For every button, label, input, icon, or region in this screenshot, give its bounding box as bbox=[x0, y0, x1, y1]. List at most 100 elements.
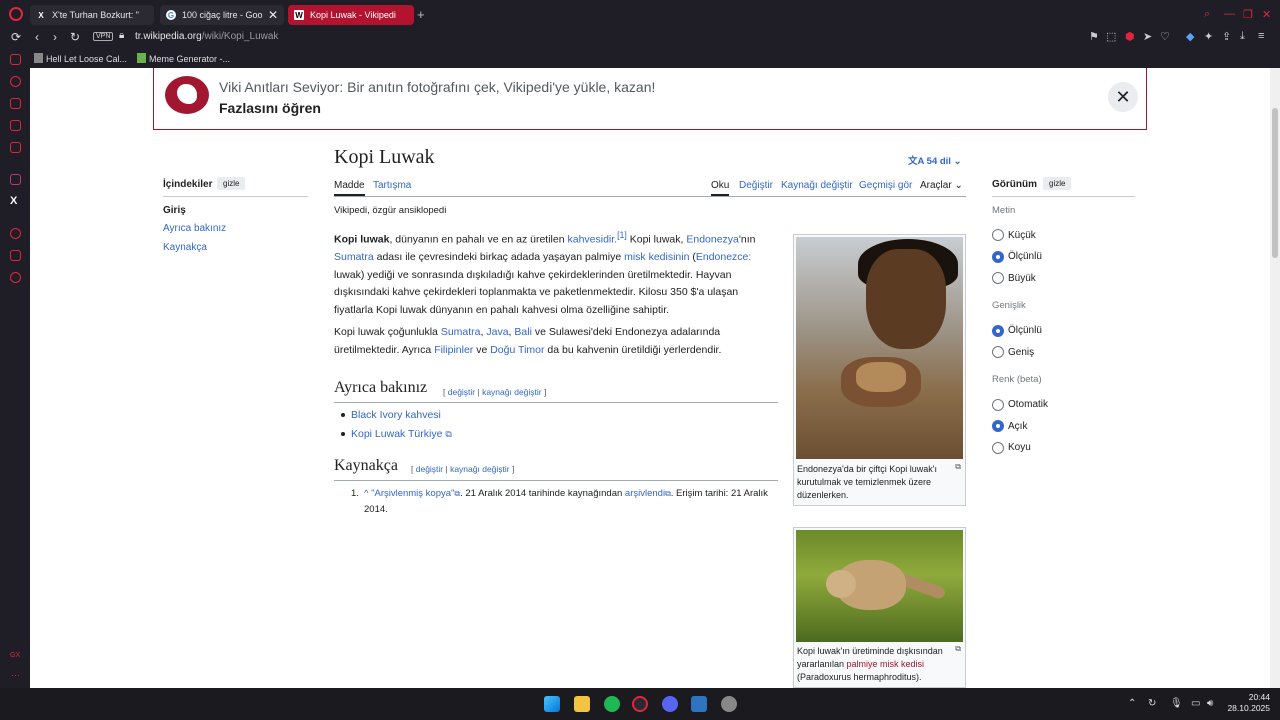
toc-hide-button[interactable]: gizle bbox=[217, 177, 246, 190]
radio-color-dark[interactable] bbox=[992, 442, 1004, 454]
windows-start-icon[interactable] bbox=[544, 696, 560, 712]
back-icon[interactable]: ‹ bbox=[35, 30, 39, 44]
language-button[interactable]: 文A 54 dil ⌄ bbox=[908, 153, 962, 167]
radio-text-large[interactable] bbox=[992, 272, 1004, 284]
edit-source-link[interactable]: kaynağı değiştir bbox=[450, 464, 510, 474]
volume-icon[interactable]: 🔊︎ bbox=[1207, 698, 1213, 709]
tab-edit[interactable]: Değiştir bbox=[739, 180, 773, 191]
bookmark-page-icon[interactable]: ⚑ bbox=[1089, 30, 1099, 43]
minimize-icon[interactable]: — bbox=[1224, 8, 1235, 20]
tab-read[interactable]: Oku bbox=[711, 180, 730, 196]
sidebar-x-icon[interactable]: X bbox=[10, 195, 17, 207]
radio-width-standard[interactable] bbox=[992, 325, 1004, 337]
sidebar-home-icon[interactable] bbox=[10, 54, 21, 65]
civet-image[interactable] bbox=[796, 530, 963, 642]
farmer-image[interactable] bbox=[796, 237, 963, 459]
close-window-icon[interactable]: ✕ bbox=[1262, 8, 1271, 21]
adblock-icon[interactable]: ⬢ bbox=[1125, 30, 1135, 43]
snapshot-icon[interactable]: ⬚ bbox=[1106, 30, 1116, 43]
toc-item-intro[interactable]: Giriş bbox=[163, 205, 186, 216]
archived-link[interactable]: arşivlendi bbox=[625, 488, 665, 499]
edit-source-link[interactable]: kaynağı değiştir bbox=[482, 387, 542, 397]
sidebar-history-icon[interactable] bbox=[10, 228, 21, 239]
sidebar-refresh-icon[interactable] bbox=[10, 76, 21, 87]
close-tab-icon[interactable]: ✕ bbox=[268, 8, 278, 22]
easy-setup-icon[interactable]: ≡ bbox=[1258, 30, 1264, 42]
see-also-item[interactable]: Black Ivory kahvesi bbox=[351, 409, 441, 421]
toc-item-references[interactable]: Kaynakça bbox=[163, 242, 207, 253]
opera-gx-taskbar-icon[interactable] bbox=[632, 696, 648, 712]
link-sumatra[interactable]: Sumatra bbox=[441, 326, 481, 338]
tab-article[interactable]: Madde bbox=[334, 180, 365, 196]
spotify-icon[interactable] bbox=[604, 696, 620, 712]
sidebar-gx-icon[interactable]: GX bbox=[10, 652, 20, 659]
file-explorer-icon[interactable] bbox=[574, 696, 590, 712]
reload-icon[interactable]: ↻ bbox=[70, 30, 80, 44]
link-indonesia[interactable]: Endonezya bbox=[686, 234, 739, 246]
sidebar-more-icon[interactable]: ⋯ bbox=[11, 670, 20, 681]
maximize-icon[interactable]: ❐ bbox=[1243, 8, 1253, 21]
sync-icon[interactable]: ↻ bbox=[1148, 698, 1156, 709]
bookmark-meme-generator[interactable]: Meme Generator -... bbox=[135, 51, 235, 66]
scrollbar[interactable] bbox=[1270, 68, 1280, 688]
aria-icon[interactable]: ◆ bbox=[1186, 30, 1194, 43]
archived-copy-link[interactable]: "Arşivlenmiş kopya" bbox=[371, 488, 454, 499]
search-tabs-icon[interactable]: ⌕ bbox=[1204, 8, 1210, 21]
tab-wikipedia-active[interactable]: W Kopi Luwak - Vikipedi bbox=[288, 5, 414, 25]
taskbar-clock[interactable]: 20:44 28.10.2025 bbox=[1226, 692, 1270, 714]
app-icon[interactable] bbox=[691, 696, 707, 712]
link-sumatra[interactable]: Sumatra bbox=[334, 251, 374, 263]
banner-learn-more-link[interactable]: Fazlasını öğren bbox=[219, 100, 321, 116]
radio-text-standard[interactable] bbox=[992, 251, 1004, 263]
tab-google-search[interactable]: G 100 ciğaç litre - Goo ✕ bbox=[160, 5, 284, 25]
tab-history[interactable]: Geçmişi gör bbox=[859, 180, 912, 191]
vpn-badge[interactable]: VPN bbox=[93, 32, 114, 41]
link-palm-civet[interactable]: misk kedisinin bbox=[624, 251, 689, 263]
forward-icon[interactable]: › bbox=[53, 30, 57, 44]
discord-icon[interactable] bbox=[662, 696, 678, 712]
scrollbar-thumb[interactable] bbox=[1272, 108, 1278, 258]
sidebar-settings-icon[interactable] bbox=[10, 272, 21, 283]
tab-talk[interactable]: Tartışma bbox=[373, 180, 411, 191]
microphone-icon[interactable]: 🎙︎ bbox=[1170, 698, 1183, 709]
opera-logo-icon[interactable] bbox=[9, 7, 23, 21]
radio-text-small[interactable] bbox=[992, 229, 1004, 241]
link-palm-civet[interactable]: palmiye misk kedisi bbox=[847, 659, 925, 669]
appearance-hide-button[interactable]: gizle bbox=[1043, 177, 1072, 190]
link-java[interactable]: Java bbox=[486, 326, 508, 338]
see-also-item[interactable]: Kopi Luwak Türkiye ⧉ bbox=[351, 428, 452, 440]
enlarge-icon[interactable]: ⧉ bbox=[955, 644, 961, 654]
link-bali[interactable]: Bali bbox=[514, 326, 532, 338]
bookmark-hell-let-loose[interactable]: Hell Let Loose Cal... bbox=[32, 51, 132, 66]
link-coffee[interactable]: kahvesidir. bbox=[567, 234, 617, 246]
sidebar-mail-icon[interactable] bbox=[10, 142, 21, 153]
radio-color-light[interactable] bbox=[992, 420, 1004, 432]
heart-icon[interactable]: ♡ bbox=[1160, 30, 1170, 43]
link-indonesian[interactable]: Endonezce: bbox=[696, 251, 751, 263]
url-field[interactable]: tr.wikipedia.org/wiki/Kopi_Luwak bbox=[135, 31, 278, 42]
share-icon[interactable]: ⇪ bbox=[1222, 30, 1231, 43]
banner-close-icon[interactable]: ✕ bbox=[1108, 82, 1138, 112]
link-east-timor[interactable]: Doğu Timor bbox=[490, 344, 544, 356]
citation-link[interactable]: [1] bbox=[617, 230, 627, 240]
link-philippines[interactable]: Filipinler bbox=[434, 344, 473, 356]
tools-menu[interactable]: Araçlar ⌄ bbox=[920, 180, 963, 191]
sidebar-extensions-icon[interactable] bbox=[10, 250, 21, 261]
tray-expand-icon[interactable]: ⌃ bbox=[1128, 698, 1136, 709]
extensions-icon[interactable]: ✦ bbox=[1204, 30, 1213, 43]
lock-icon[interactable]: 🔒︎ bbox=[119, 30, 124, 41]
send-icon[interactable]: ➤ bbox=[1143, 30, 1152, 43]
enlarge-icon[interactable]: ⧉ bbox=[955, 462, 961, 472]
toc-item-see-also[interactable]: Ayrıca bakınız bbox=[163, 223, 226, 234]
edit-link[interactable]: değiştir bbox=[448, 387, 475, 397]
tab-x-post[interactable]: X X'te Turhan Bozkurt: " bbox=[30, 5, 154, 25]
radio-color-auto[interactable] bbox=[992, 399, 1004, 411]
sidebar-messenger-icon[interactable] bbox=[10, 120, 21, 131]
sidebar-instagram-icon[interactable] bbox=[10, 174, 21, 185]
download-icon[interactable]: ⤓ bbox=[1240, 30, 1245, 43]
backlink[interactable]: ^ bbox=[364, 488, 368, 499]
new-tab-button[interactable]: + bbox=[417, 7, 425, 22]
sidebar-bag-icon[interactable] bbox=[10, 98, 21, 109]
tab-edit-source[interactable]: Kaynağı değiştir bbox=[781, 180, 853, 191]
steam-icon[interactable] bbox=[721, 696, 737, 712]
